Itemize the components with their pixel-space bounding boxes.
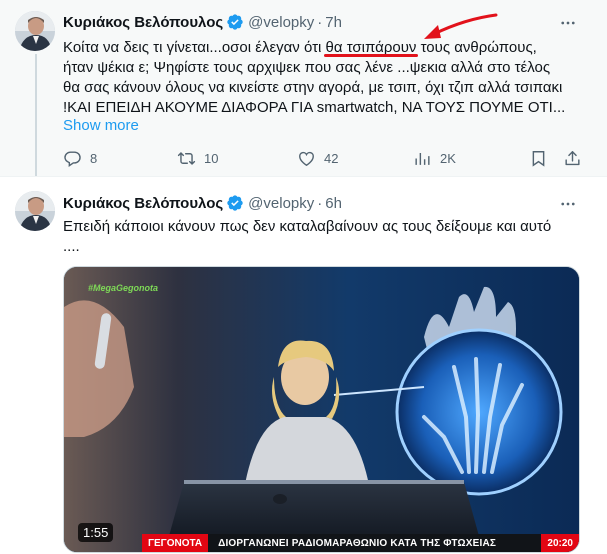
bookmark-icon — [532, 150, 545, 167]
reply-count: 8 — [90, 150, 98, 166]
tweet-header: Κυριάκος Βελόπουλος @velopky · 7h — [63, 13, 342, 31]
repost-button[interactable]: 10 — [177, 146, 218, 170]
avatar[interactable] — [15, 191, 55, 231]
views-count: 2K — [440, 150, 456, 166]
tweet-text: Επειδή κάποιοι κάνουν πως δεν καταλαβαίν… — [63, 218, 552, 255]
tweet-1[interactable]: Κυριάκος Βελόπουλος @velopky · 7h Κοίτα … — [0, 0, 607, 176]
like-icon — [299, 151, 314, 166]
author-handle[interactable]: @velopky — [248, 195, 314, 212]
views-button[interactable]: 2K — [413, 146, 456, 170]
like-button[interactable]: 42 — [297, 146, 338, 170]
show-more-link[interactable]: Show more — [63, 117, 139, 134]
verified-badge-icon — [226, 194, 244, 212]
repost-count: 10 — [204, 150, 219, 166]
tweet-timestamp[interactable]: 7h — [325, 14, 342, 31]
tweet-text: Κοίτα να δεις τι γίνεται...οσοι έλεγαν ό… — [63, 39, 566, 116]
video-player[interactable]: #MegaGegonota ΓΕΓΟΝΟΤΑ ΔΙΟΡΓΑΝΩΝΕΙ ΡΑΔΙΟ… — [63, 266, 580, 553]
reply-icon — [64, 150, 81, 167]
video-frame — [64, 267, 579, 552]
author-name[interactable]: Κυριάκος Βελόπουλος — [63, 195, 223, 212]
share-icon — [565, 150, 580, 165]
channel-hashtag: #MegaGegonota — [88, 283, 159, 293]
more-icon[interactable] — [557, 193, 579, 215]
tweet-2[interactable]: Κυριάκος Βελόπουλος @velopky · 6h Επειδή… — [0, 176, 607, 554]
avatar[interactable] — [15, 11, 55, 51]
reply-button[interactable]: 8 — [63, 146, 97, 170]
author-name[interactable]: Κυριάκος Βελόπουλος — [63, 14, 223, 31]
share-button[interactable] — [563, 146, 582, 170]
tweet-timestamp[interactable]: 6h — [325, 195, 342, 212]
ticker-brand: ΓΕΓΟΝΟΤΑ — [142, 534, 209, 552]
views-icon — [415, 152, 430, 165]
bookmark-button[interactable] — [529, 146, 548, 170]
ticker-clock: 20:20 — [541, 534, 579, 552]
video-duration-badge: 1:55 — [78, 523, 114, 542]
tweet-header: Κυριάκος Βελόπουλος @velopky · 6h — [63, 194, 342, 212]
verified-badge-icon — [226, 13, 244, 31]
author-handle[interactable]: @velopky — [248, 14, 314, 31]
tweet-actions: 8 10 42 2K — [63, 146, 583, 170]
thread-connector-line — [35, 54, 37, 176]
more-icon[interactable] — [557, 12, 579, 34]
news-ticker: ΓΕΓΟΝΟΤΑ ΔΙΟΡΓΑΝΩΝΕΙ ΡΑΔΙΟΜΑΡΑΘΩΝΙΟ ΚΑΤΑ… — [64, 534, 579, 552]
like-count: 42 — [324, 150, 339, 166]
highlighted-phrase: θα τσιπάρουν — [325, 39, 417, 56]
ticker-headline: ΔΙΟΡΓΑΝΩΝΕΙ ΡΑΔΙΟΜΑΡΑΘΩΝΙΟ ΚΑΤΑ ΤΗΣ ΦΤΩΧ… — [208, 534, 542, 552]
repost-icon — [177, 151, 196, 165]
